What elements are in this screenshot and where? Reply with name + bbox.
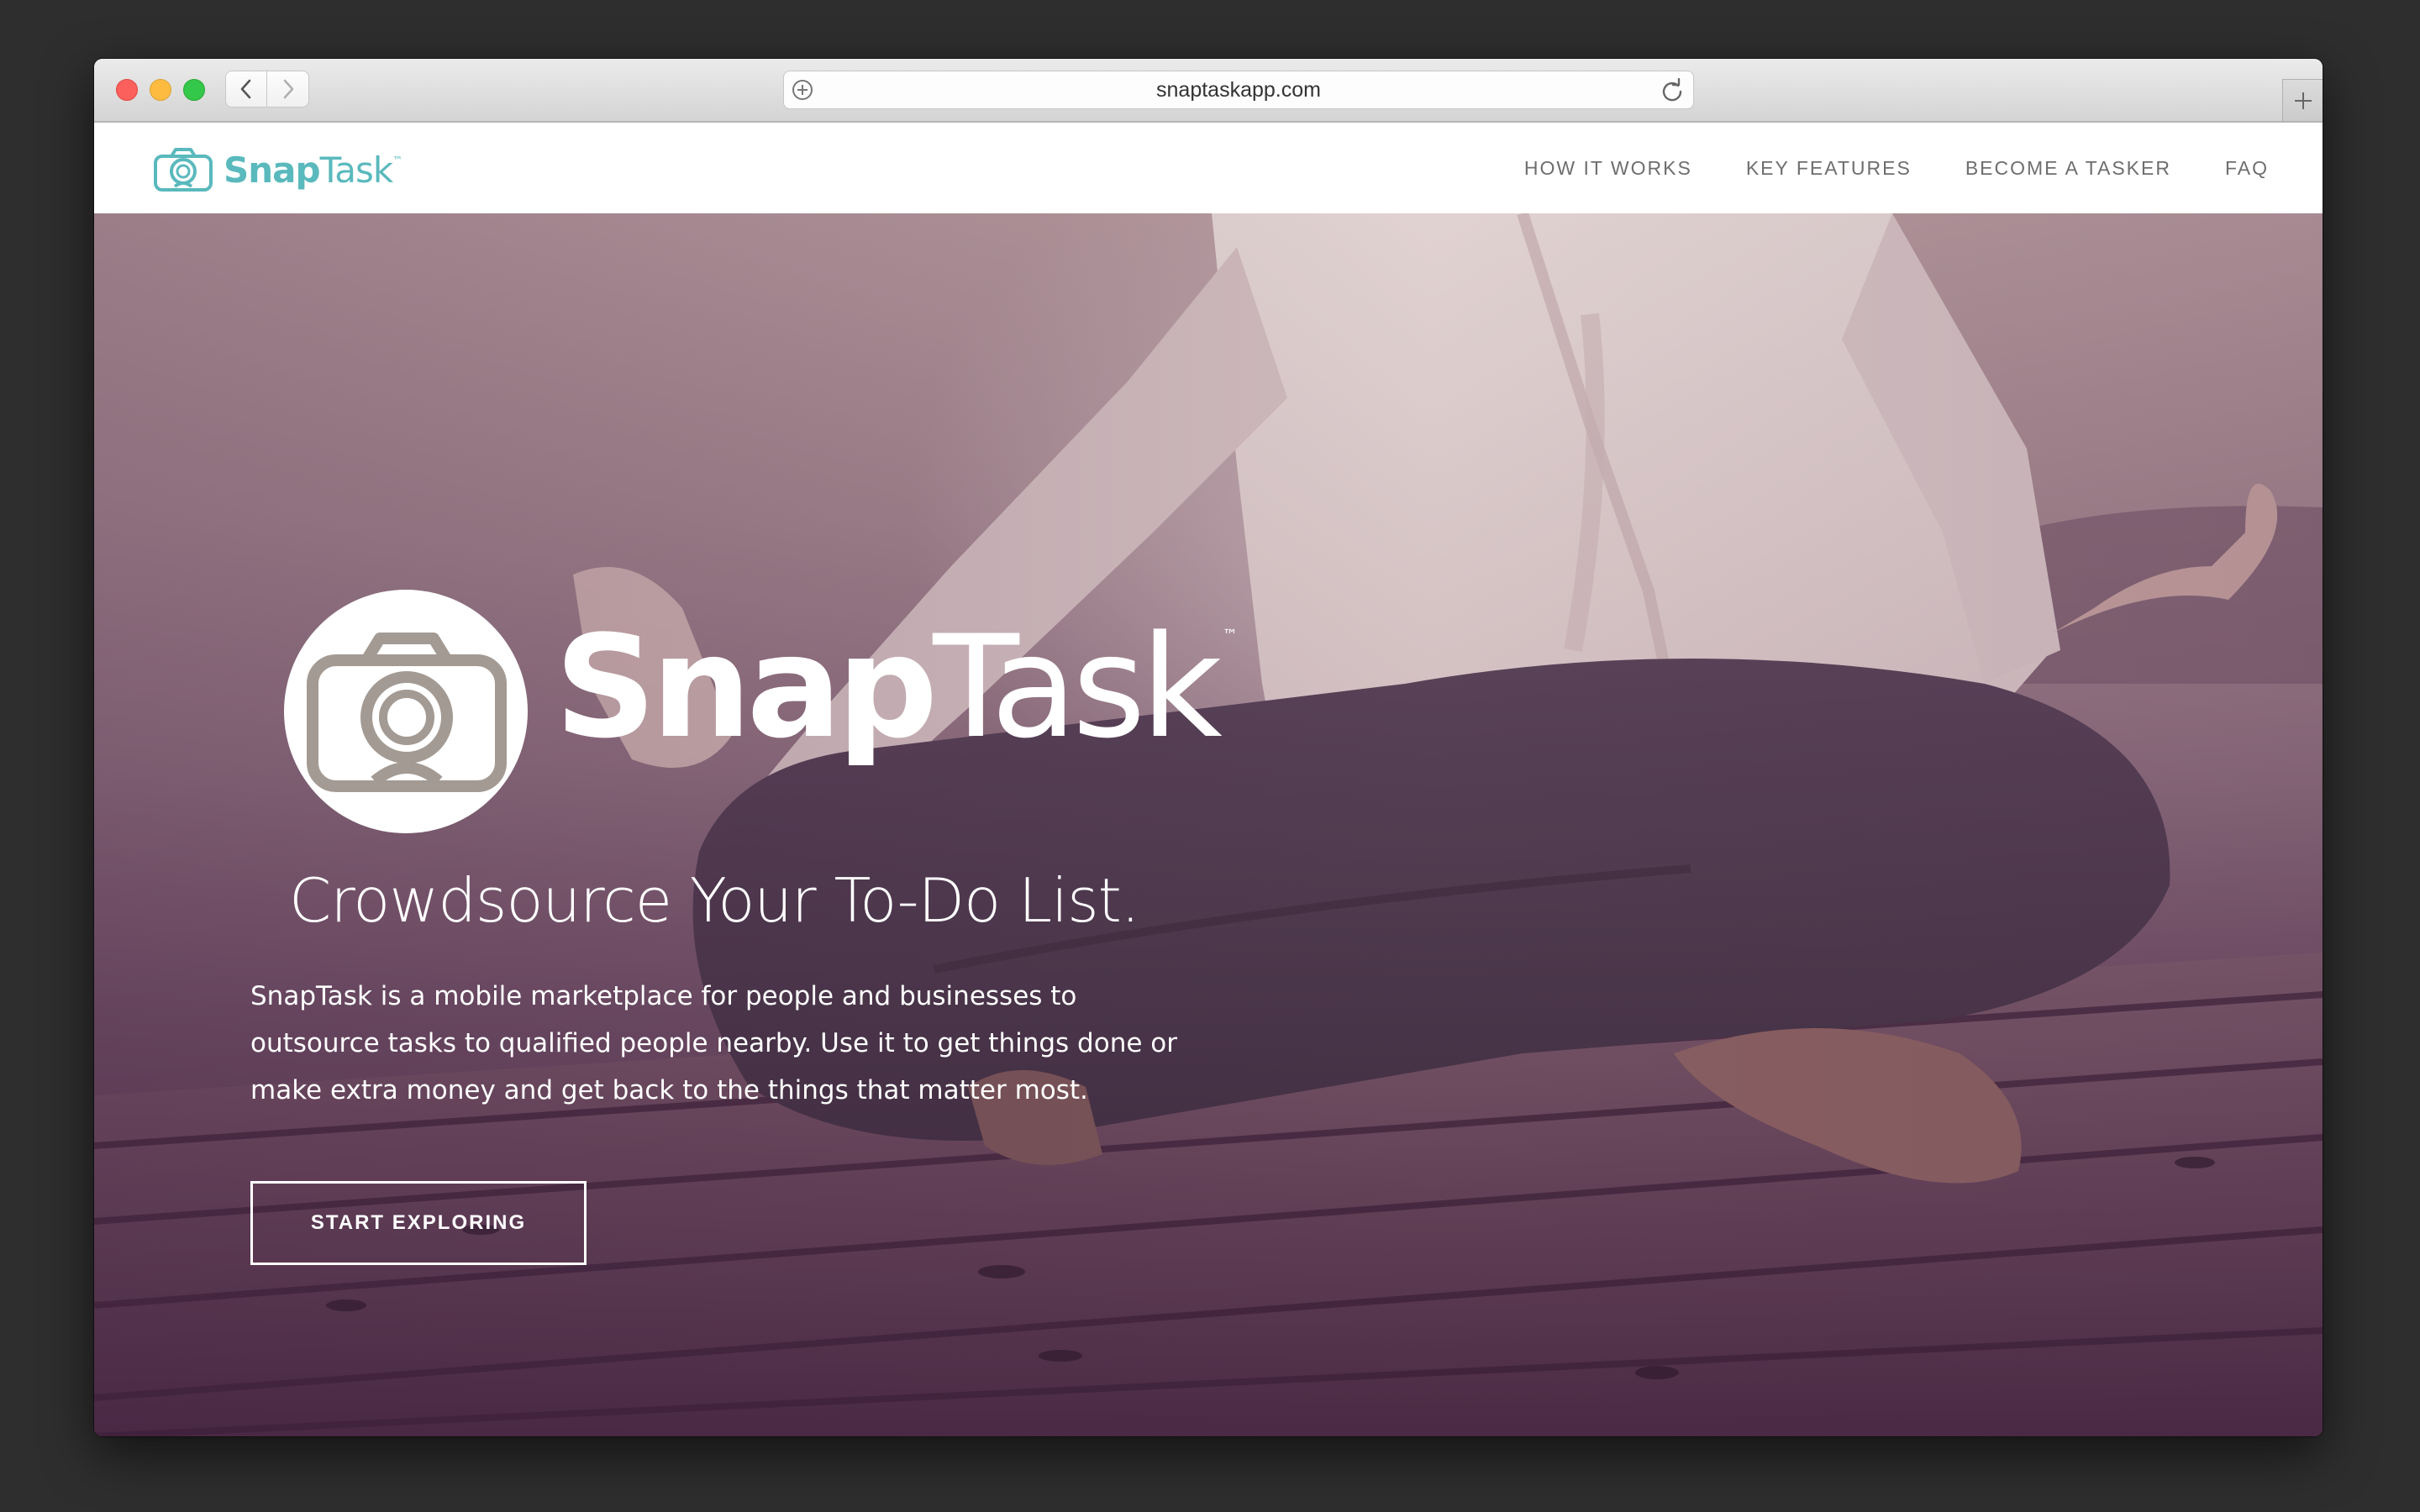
camera-logo-icon: [154, 148, 213, 192]
hero-logo-badge: [284, 590, 528, 833]
forward-button[interactable]: [267, 71, 309, 108]
chevron-right-icon: [283, 79, 293, 99]
hero-tagline: Crowdsource Your To-Do List.: [289, 865, 1140, 936]
header-brand: SnapTask™: [224, 150, 402, 191]
header-brand-tm: ™: [392, 154, 402, 166]
nav-how-it-works[interactable]: HOW IT WORKS: [1524, 157, 1692, 180]
header-brand-snap: Snap: [224, 149, 321, 191]
nav-key-features[interactable]: KEY FEATURES: [1746, 157, 1912, 180]
close-window-button[interactable]: [116, 79, 138, 101]
browser-toolbar: snaptaskapp.com: [94, 59, 2323, 123]
hero-description: SnapTask is a mobile marketplace for peo…: [250, 981, 1177, 1105]
start-exploring-button[interactable]: START EXPLORING: [250, 1181, 587, 1265]
reload-icon[interactable]: [1660, 78, 1685, 103]
hero-section: SnapTask ™ Crowdsource Your To-Do List. S…: [94, 213, 2323, 1436]
plus-icon: [2294, 92, 2312, 109]
main-nav: HOW IT WORKS KEY FEATURES BECOME A TASKE…: [1470, 123, 2269, 213]
header-brand-task: Task: [319, 149, 394, 191]
hero-brand-snap: Snap: [555, 605, 938, 769]
header-logo[interactable]: SnapTask™: [153, 146, 402, 193]
camera-logo-icon: [307, 633, 507, 792]
hero-brand: SnapTask ™: [555, 617, 1238, 758]
nav-faq[interactable]: FAQ: [2225, 157, 2269, 180]
browser-window: snaptaskapp.com SnapTask™ HOW IT WORKS K…: [94, 59, 2323, 1436]
site-header: SnapTask™ HOW IT WORKS KEY FEATURES BECO…: [94, 123, 2323, 214]
zoom-window-button[interactable]: [183, 79, 205, 101]
nav-become-a-tasker[interactable]: BECOME A TASKER: [1965, 157, 2171, 180]
back-button[interactable]: [225, 71, 267, 108]
hero-brand-tm: ™: [1222, 627, 1238, 644]
minimize-window-button[interactable]: [150, 79, 171, 101]
address-bar[interactable]: snaptaskapp.com: [783, 71, 1694, 109]
url-text[interactable]: snaptaskapp.com: [784, 71, 1693, 108]
chevron-left-icon: [240, 79, 251, 99]
new-tab-button[interactable]: [2282, 79, 2323, 121]
hero-brand-task: Task: [933, 605, 1223, 769]
